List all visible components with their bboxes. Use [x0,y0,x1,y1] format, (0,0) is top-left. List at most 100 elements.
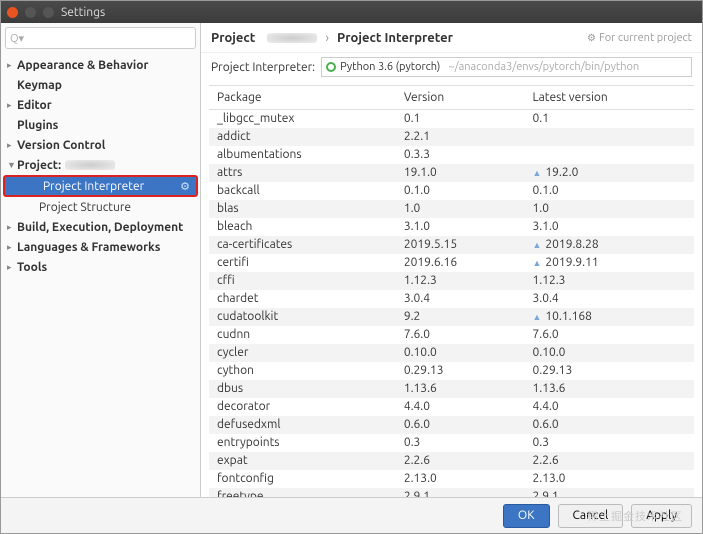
table-row[interactable]: cudatoolkit9.2▲10.1.168 [209,308,694,326]
tree-item-label: Keymap [17,79,62,92]
sidebar-item-plugins[interactable]: Plugins [1,115,200,135]
pkg-latest: 7.6.0 [524,326,694,344]
pkg-version: 9.2 [396,308,525,326]
table-row[interactable]: addict2.2.1 [209,128,694,146]
pkg-name: decorator [209,398,396,416]
table-row[interactable]: expat2.2.62.2.6 [209,452,694,470]
pkg-name: blas [209,200,396,218]
table-row[interactable]: attrs19.1.0▲19.2.0 [209,164,694,182]
pkg-name: bleach [209,218,396,236]
pkg-latest: ▲2019.9.11 [524,254,694,272]
table-row[interactable]: decorator4.4.04.4.0 [209,398,694,416]
pkg-latest: 0.6.0 [524,416,694,434]
table-row[interactable]: certifi2019.6.16▲2019.9.11 [209,254,694,272]
gear-icon[interactable]: ⚙ [180,180,190,193]
maximize-icon[interactable] [43,7,54,18]
pkg-name: albumentations [209,146,396,164]
tree-item-label: Build, Execution, Deployment [17,221,183,234]
sidebar-item-tools[interactable]: ▸Tools [1,257,200,277]
pkg-version: 7.6.0 [396,326,525,344]
table-row[interactable]: bleach3.1.03.1.0 [209,218,694,236]
chevron-right-icon: ▸ [7,140,17,151]
pkg-latest: ▲2019.8.28 [524,236,694,254]
pkg-latest: ▲19.2.0 [524,164,694,182]
table-row[interactable]: ca-certificates2019.5.15▲2019.8.28 [209,236,694,254]
pkg-name: cudnn [209,326,396,344]
pkg-version: 19.1.0 [396,164,525,182]
crumb-separator: › [325,31,329,45]
search-input[interactable]: Q▾ [5,27,196,49]
table-row[interactable]: dbus1.13.61.13.6 [209,380,694,398]
table-row[interactable]: cudnn7.6.07.6.0 [209,326,694,344]
table-row[interactable]: freetype2.9.12.9.1 [209,488,694,498]
close-icon[interactable] [7,7,18,18]
sidebar-item-project[interactable]: ▼Project: [1,155,200,175]
pkg-version: 0.3 [396,434,525,452]
pkg-name: freetype [209,488,396,498]
pkg-latest: 1.0 [524,200,694,218]
interpreter-dropdown[interactable]: Python 3.6 (pytorch) ~/anaconda3/envs/py… [321,57,692,77]
search-placeholder: Q▾ [10,32,24,45]
pkg-latest: 0.1.0 [524,182,694,200]
crumb-project[interactable]: Project [211,31,255,45]
settings-tree: ▸Appearance & Behavior Keymap ▸EditorPlugi… [1,53,200,497]
pkg-name: defusedxml [209,416,396,434]
titlebar: Settings [1,1,702,23]
chevron-right-icon: ▸ [7,222,17,233]
gear-icon: ⚙ [587,32,596,43]
sidebar-item-editor[interactable]: ▸Editor [1,95,200,115]
table-row[interactable]: cycler0.10.00.10.0 [209,344,694,362]
col-package[interactable]: Package [209,86,396,110]
sidebar-item-languages-frameworks[interactable]: ▸Languages & Frameworks [1,237,200,257]
table-row[interactable]: fontconfig2.13.02.13.0 [209,470,694,488]
chevron-right-icon: ▸ [7,262,17,273]
redacted-name [65,160,115,170]
table-row[interactable]: blas1.01.0 [209,200,694,218]
pkg-version: 0.6.0 [396,416,525,434]
interpreter-row: Project Interpreter: Python 3.6 (pytorch… [201,53,702,81]
sidebar-item-build-execution-deployment[interactable]: ▸Build, Execution, Deployment [1,217,200,237]
python-icon [326,62,336,72]
chevron-down-icon: ▼ [7,160,17,170]
pkg-name: backcall [209,182,396,200]
sidebar-item-keymap[interactable]: Keymap [1,75,200,95]
upgrade-icon: ▲ [532,240,541,250]
table-row[interactable]: chardet3.0.43.0.4 [209,290,694,308]
table-row[interactable]: _libgcc_mutex0.10.1 [209,110,694,128]
table-row[interactable]: defusedxml0.6.00.6.0 [209,416,694,434]
sidebar-item-project-structure[interactable]: Project Structure [1,197,200,217]
pkg-version: 1.12.3 [396,272,525,290]
pkg-latest: 0.29.13 [524,362,694,380]
tree-item-label: Version Control [17,139,105,152]
apply-button[interactable]: Apply [631,504,692,528]
pkg-version: 0.3.3 [396,146,525,164]
tree-item-label: Project Interpreter [43,180,144,193]
pkg-latest: 0.10.0 [524,344,694,362]
pkg-latest: 2.13.0 [524,470,694,488]
minimize-icon[interactable] [25,7,36,18]
table-row[interactable]: albumentations0.3.3 [209,146,694,164]
pkg-latest: 1.13.6 [524,380,694,398]
breadcrumb: Project › Project Interpreter ⚙For curre… [201,23,702,53]
pkg-name: cffi [209,272,396,290]
pkg-name: entrypoints [209,434,396,452]
packages-table-wrap[interactable]: Package Version Latest version _libgcc_m… [209,85,694,497]
pkg-name: fontconfig [209,470,396,488]
pkg-name: expat [209,452,396,470]
table-row[interactable]: backcall0.1.00.1.0 [209,182,694,200]
scope-hint: ⚙For current project [587,32,692,44]
sidebar-item-version-control[interactable]: ▸Version Control [1,135,200,155]
pkg-version: 2.2.1 [396,128,525,146]
col-latest[interactable]: Latest version [524,86,694,110]
pkg-latest: 0.3 [524,434,694,452]
pkg-name: cudatoolkit [209,308,396,326]
col-version[interactable]: Version [396,86,525,110]
interpreter-label: Project Interpreter: [211,61,315,74]
table-row[interactable]: cffi1.12.31.12.3 [209,272,694,290]
sidebar-item-project-interpreter[interactable]: Project Interpreter ⚙ [3,175,198,197]
cancel-button[interactable]: Cancel [558,504,624,528]
table-row[interactable]: cython0.29.130.29.13 [209,362,694,380]
table-row[interactable]: entrypoints0.30.3 [209,434,694,452]
sidebar-item-appearance-behavior[interactable]: ▸Appearance & Behavior [1,55,200,75]
ok-button[interactable]: OK [503,504,550,528]
